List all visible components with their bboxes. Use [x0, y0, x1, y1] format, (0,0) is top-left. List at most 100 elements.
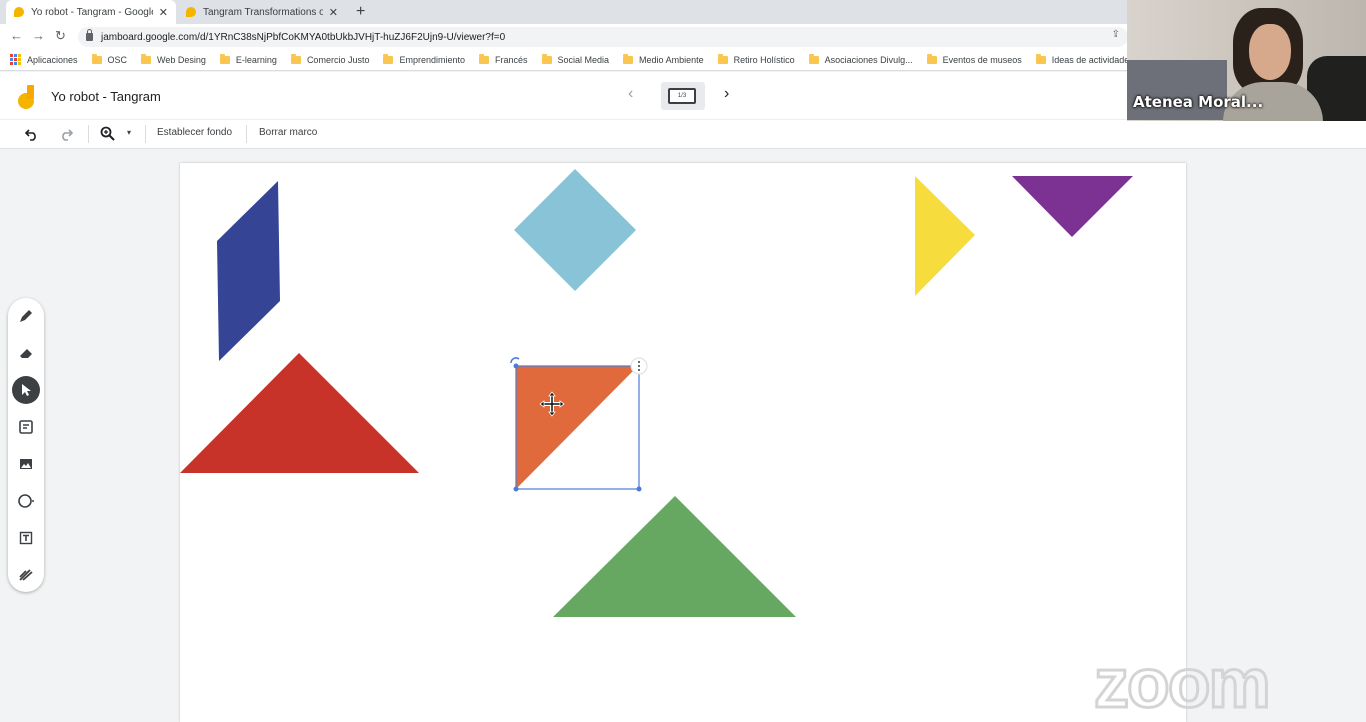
jamboard-favicon-icon: [186, 7, 196, 17]
image-tool[interactable]: [12, 450, 40, 478]
zoom-icon[interactable]: [100, 126, 116, 142]
toolbar-divider: [246, 125, 247, 143]
bookmark-item[interactable]: Ideas de actividade...: [1035, 53, 1137, 65]
share-icon[interactable]: ⇪: [1112, 29, 1120, 40]
zoom-watermark-logo: zoom: [1094, 655, 1272, 715]
edit-toolbar: ▾ Establecer fondo Borrar marco: [0, 120, 1366, 149]
bookmark-item[interactable]: Web Desing: [141, 53, 206, 65]
sticky-note-icon: [19, 420, 33, 434]
more-options-icon: [638, 369, 640, 371]
folder-icon: [717, 53, 728, 64]
purple-triangle[interactable]: [1012, 176, 1133, 237]
shape-tool[interactable]: [12, 487, 40, 515]
bookmark-item[interactable]: Comercio Justo: [290, 53, 370, 65]
folder-icon: [479, 53, 489, 64]
folder-icon: [91, 53, 102, 64]
sticky-note-tool[interactable]: [12, 413, 40, 441]
apps-grid-icon: [10, 54, 21, 65]
tab-title: Yo robot - Tangram - Google Jam: [31, 6, 153, 18]
bookmark-label: Retiro Holístico: [733, 54, 795, 65]
eraser-icon: [20, 349, 32, 358]
undo-icon[interactable]: [25, 127, 39, 141]
bookmark-item[interactable]: Francés: [479, 53, 528, 65]
close-tab-icon[interactable]: ✕: [159, 6, 168, 19]
toolbar-divider: [145, 125, 146, 143]
toolbar-divider: [88, 125, 89, 143]
tab-title: Tangram Transformations on Scr: [203, 6, 323, 18]
jamboard-logo-icon[interactable]: [16, 84, 36, 110]
next-frame-icon[interactable]: ›: [724, 85, 729, 103]
select-tool[interactable]: [12, 376, 40, 404]
laser-tool[interactable]: [12, 561, 40, 589]
redo-icon[interactable]: [59, 127, 73, 141]
lock-icon: [86, 29, 93, 41]
blue-parallelogram[interactable]: [217, 181, 280, 361]
previous-frame-icon[interactable]: ‹: [628, 85, 633, 103]
bookmark-item[interactable]: Asociaciones Divulg...: [808, 53, 913, 65]
eraser-tool[interactable]: [12, 339, 40, 367]
pen-tool[interactable]: [12, 302, 40, 330]
bookmark-item[interactable]: Emprendimiento: [383, 53, 465, 65]
circle-icon: [18, 494, 34, 508]
laser-icon: [19, 569, 33, 581]
close-tab-icon[interactable]: ✕: [329, 6, 338, 19]
text-box-icon: [19, 531, 33, 545]
bookmark-label: Asociaciones Divulg...: [824, 54, 913, 65]
bookmark-label: Web Desing: [157, 54, 206, 65]
bookmark-item[interactable]: Medio Ambiente: [623, 53, 704, 65]
bookmark-apps[interactable]: Aplicaciones: [10, 54, 78, 65]
tab-jamboard[interactable]: Yo robot - Tangram - Google Jam ✕: [6, 0, 176, 24]
tab-tangram-transformations[interactable]: Tangram Transformations on Scr ✕: [178, 0, 346, 24]
more-options-icon: [638, 361, 640, 363]
folder-icon: [219, 53, 230, 64]
selection-handle[interactable]: [513, 486, 519, 492]
jam-title[interactable]: Yo robot - Tangram: [51, 89, 161, 104]
folder-icon: [541, 53, 552, 64]
bookmark-label: Emprendimiento: [399, 54, 465, 65]
jamboard-favicon-icon: [14, 7, 24, 17]
folder-icon: [141, 53, 152, 64]
folder-icon: [623, 53, 634, 64]
bookmark-label: Francés: [495, 54, 528, 65]
bookmark-label: Aplicaciones: [27, 54, 78, 65]
tool-rail: [8, 298, 44, 592]
bookmark-label: Social Media: [557, 54, 610, 65]
bookmark-item[interactable]: OSC: [91, 53, 128, 65]
bookmark-item[interactable]: Social Media: [541, 53, 610, 65]
orange-triangle[interactable]: [516, 366, 638, 489]
bookmark-label: Medio Ambiente: [639, 54, 704, 65]
video-person-face: [1249, 24, 1291, 80]
bookmark-item[interactable]: E-learning: [219, 53, 277, 65]
folder-icon: [926, 53, 937, 64]
forward-icon[interactable]: →: [32, 28, 45, 43]
rotate-handle-icon[interactable]: [510, 357, 520, 364]
red-triangle[interactable]: [180, 353, 419, 473]
zoom-dropdown-icon[interactable]: ▾: [127, 128, 131, 137]
light-blue-square[interactable]: [514, 169, 636, 291]
bookmark-label: OSC: [107, 54, 128, 65]
participant-video[interactable]: Atenea Moral...: [1127, 0, 1366, 121]
url-text: jamboard.google.com/d/1YRnC38sNjPbfCoKMY…: [101, 31, 506, 43]
zoom-watermark-text: zoom: [1094, 655, 1269, 715]
green-triangle[interactable]: [553, 496, 796, 617]
selection-handle[interactable]: [636, 486, 642, 492]
select-icon: [22, 384, 31, 396]
bookmark-item[interactable]: Eventos de museos: [926, 53, 1022, 65]
tangram-shapes: [180, 169, 1133, 617]
yellow-triangle[interactable]: [915, 176, 975, 296]
selection-handle[interactable]: [513, 363, 519, 369]
folder-icon: [1035, 53, 1046, 64]
frame-bar-button[interactable]: 1/3: [661, 82, 705, 110]
url-field[interactable]: jamboard.google.com/d/1YRnC38sNjPbfCoKMY…: [78, 27, 1128, 47]
jam-canvas[interactable]: [180, 163, 1186, 722]
back-icon[interactable]: ←: [10, 28, 23, 43]
reload-icon[interactable]: ↻: [55, 28, 66, 44]
text-box-tool[interactable]: [12, 524, 40, 552]
new-tab-icon[interactable]: +: [356, 3, 365, 21]
bookmark-label: Comercio Justo: [306, 54, 370, 65]
clear-frame-button[interactable]: Borrar marco: [259, 127, 317, 138]
bookmark-item[interactable]: Retiro Holístico: [717, 53, 795, 65]
folder-icon: [290, 53, 301, 64]
set-background-button[interactable]: Establecer fondo: [157, 127, 232, 138]
bookmark-label: Eventos de museos: [942, 54, 1022, 65]
